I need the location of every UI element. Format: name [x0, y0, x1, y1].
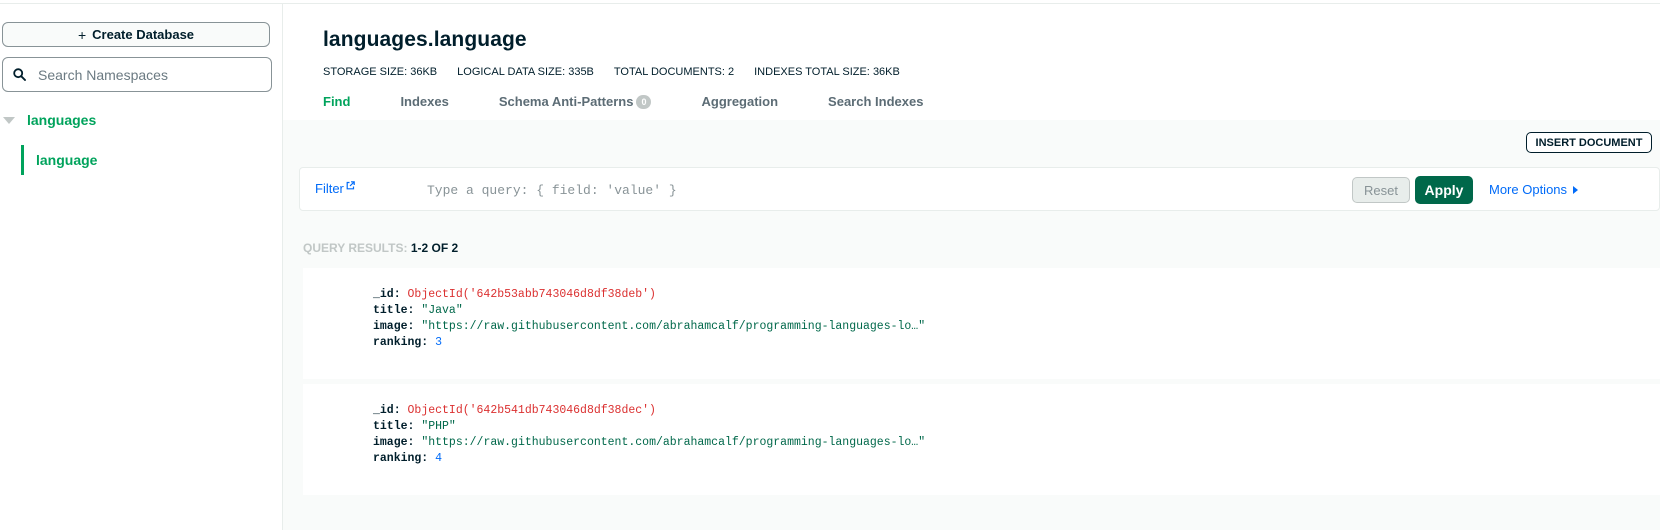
find-content: INSERT DOCUMENT Filter Reset Apply More … [283, 120, 1660, 530]
field-title: title: "Java" [373, 304, 463, 317]
tab-indexes[interactable]: Indexes [400, 94, 448, 109]
document-fields: _id: ObjectId('642b541db743046d8df38dec'… [373, 403, 925, 467]
query-results-label: QUERY RESULTS: 1-2 OF 2 [303, 241, 459, 255]
count-badge: 0 [636, 94, 652, 109]
tab-schema-anti-patterns-label: Schema Anti-Patterns [498, 94, 634, 109]
field-id: _id: ObjectId('642b541db743046d8df38dec'… [373, 404, 656, 417]
tab-schema-anti-patterns[interactable]: Schema Anti-Patterns 0 [499, 94, 652, 109]
namespace-search-input[interactable] [36, 65, 260, 84]
search-icon [13, 68, 26, 81]
field-image: image: "https://raw.githubusercontent.co… [373, 436, 926, 449]
caret-down-icon[interactable] [3, 116, 15, 124]
more-options-link[interactable]: More Options [1489, 182, 1579, 197]
caret-right-icon [1573, 185, 1579, 194]
filter-link[interactable]: Filter [315, 181, 355, 196]
field-title: title: "PHP" [373, 420, 456, 433]
plus-icon: + [77, 26, 87, 43]
main-panel: languages.language STORAGE SIZE: 36KB LO… [283, 4, 1660, 530]
tab-find[interactable]: Find [323, 94, 350, 109]
external-link-icon [346, 181, 355, 190]
document-fields: _id: ObjectId('642b53abb743046d8df38deb'… [373, 287, 925, 351]
database-name: languages [27, 112, 97, 128]
results-count: 1-2 OF 2 [410, 241, 459, 255]
create-database-label: Create Database [92, 27, 195, 42]
sidebar-collection-language[interactable]: language [21, 145, 97, 175]
stat-indexes-total-size: INDEXES TOTAL SIZE: 36KB [754, 66, 900, 78]
filter-label: Filter [315, 181, 344, 196]
stat-storage-size: STORAGE SIZE: 36KB [323, 66, 438, 78]
insert-document-button[interactable]: INSERT DOCUMENT [1526, 132, 1652, 153]
tab-search-indexes[interactable]: Search Indexes [828, 94, 923, 109]
page-title: languages.language [323, 28, 527, 51]
collection-header: languages.language STORAGE SIZE: 36KB LO… [283, 4, 1660, 120]
sidebar: + Create Database languages language [0, 4, 283, 530]
filter-bar: Filter Reset Apply More Options [299, 167, 1660, 211]
document-card[interactable]: _id: ObjectId('642b53abb743046d8df38deb'… [303, 268, 1660, 379]
tab-aggregation[interactable]: Aggregation [701, 94, 778, 109]
create-database-button[interactable]: + Create Database [2, 22, 270, 47]
stat-logical-data-size: LOGICAL DATA SIZE: 335B [457, 66, 594, 78]
reset-button[interactable]: Reset [1352, 177, 1410, 203]
apply-button[interactable]: Apply [1415, 176, 1473, 204]
collection-name: language [36, 152, 98, 168]
namespace-search-box[interactable] [2, 57, 272, 92]
field-ranking: ranking: 3 [373, 336, 443, 349]
query-input[interactable] [425, 178, 1309, 202]
field-ranking: ranking: 4 [373, 452, 443, 465]
stat-total-documents: TOTAL DOCUMENTS: 2 [613, 66, 735, 78]
field-image: image: "https://raw.githubusercontent.co… [373, 320, 926, 333]
more-options-label: More Options [1489, 182, 1568, 197]
document-card[interactable]: _id: ObjectId('642b541db743046d8df38dec'… [303, 384, 1660, 495]
sidebar-database-languages[interactable]: languages [2, 112, 96, 128]
collection-stats: STORAGE SIZE: 36KB LOGICAL DATA SIZE: 33… [323, 66, 920, 78]
field-id: _id: ObjectId('642b53abb743046d8df38deb'… [373, 288, 656, 301]
collection-tabs: Find Indexes Schema Anti-Patterns 0 Aggr… [323, 94, 973, 109]
